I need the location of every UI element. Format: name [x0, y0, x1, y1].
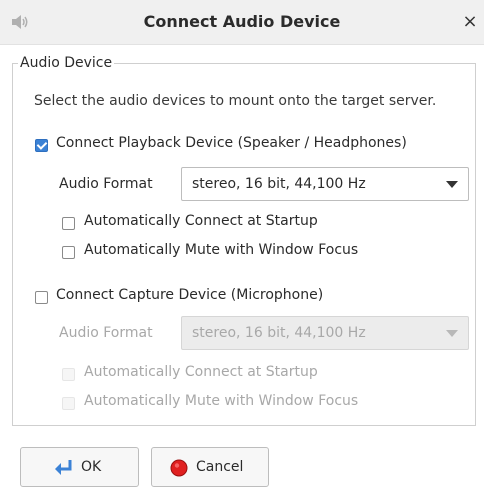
capture-format-label: Audio Format: [59, 325, 153, 341]
playback-auto-mute-label[interactable]: Automatically Mute with Window Focus: [84, 242, 358, 258]
description-text: Select the audio devices to mount onto t…: [34, 93, 437, 109]
playback-label[interactable]: Connect Playback Device (Speaker / Headp…: [56, 135, 407, 151]
cancel-label: Cancel: [196, 459, 244, 475]
capture-format-select: stereo, 16 bit, 44,100 Hz: [181, 316, 469, 350]
chevron-down-icon: [446, 181, 458, 188]
playback-auto-connect-label[interactable]: Automatically Connect at Startup: [84, 213, 318, 229]
enter-arrow-icon: [55, 460, 72, 475]
playback-auto-connect-checkbox[interactable]: [62, 217, 75, 230]
capture-label[interactable]: Connect Capture Device (Microphone): [56, 287, 323, 303]
red-stop-icon: [170, 459, 188, 477]
group-legend: Audio Device: [18, 55, 115, 71]
capture-auto-mute-label: Automatically Mute with Window Focus: [84, 393, 359, 409]
playback-format-select[interactable]: stereo, 16 bit, 44,100 Hz: [181, 167, 469, 201]
ok-button[interactable]: OK: [20, 447, 139, 487]
cancel-button[interactable]: Cancel: [151, 447, 269, 487]
chevron-down-icon: [446, 330, 458, 337]
ok-label: OK: [81, 459, 102, 475]
playback-format-value: stereo, 16 bit, 44,100 Hz: [192, 176, 366, 192]
capture-checkbox[interactable]: [35, 291, 48, 304]
title-bar: Connect Audio Device ×: [0, 0, 484, 45]
capture-auto-connect-checkbox: [62, 368, 75, 381]
capture-format-value: stereo, 16 bit, 44,100 Hz: [192, 325, 366, 341]
close-icon[interactable]: ×: [458, 10, 482, 34]
playback-auto-mute-checkbox[interactable]: [62, 246, 75, 259]
playback-checkbox[interactable]: [35, 139, 48, 152]
playback-format-label: Audio Format: [59, 176, 153, 192]
window-title: Connect Audio Device: [143, 12, 341, 31]
capture-auto-connect-label: Automatically Connect at Startup: [84, 364, 318, 380]
capture-auto-mute-checkbox: [62, 397, 75, 410]
